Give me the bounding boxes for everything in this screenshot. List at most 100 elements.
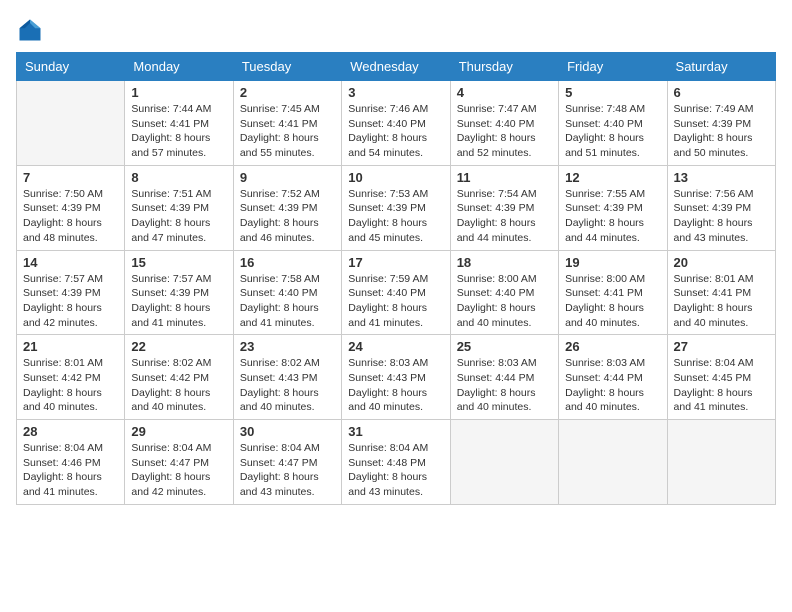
day-number: 24: [348, 339, 443, 354]
calendar-cell: 21 Sunrise: 8:01 AM Sunset: 4:42 PM Dayli…: [17, 335, 125, 420]
page-header: [16, 16, 776, 44]
calendar-cell: 17Sunrise: 7:59 AM Sunset: 4:40 PM Dayli…: [342, 250, 450, 335]
calendar-cell: 2Sunrise: 7:45 AM Sunset: 4:41 PM Daylig…: [233, 81, 341, 166]
day-number: 21: [23, 339, 118, 354]
day-number: 4: [457, 85, 552, 100]
calendar-cell: 12 Sunrise: 7:55 AM Sunset: 4:39 PM Dayli…: [559, 165, 667, 250]
day-number: 20: [674, 255, 769, 270]
day-info: Sunrise: 8:03 AM Sunset: 4:43 PM Dayligh…: [348, 356, 443, 415]
logo: [16, 16, 48, 44]
day-info: Sunrise: 8:04 AM Sunset: 4:47 PM Dayligh…: [131, 441, 226, 500]
calendar-cell: 27 Sunrise: 8:04 AM Sunset: 4:45 PM Dayli…: [667, 335, 775, 420]
calendar-header: SundayMondayTuesdayWednesdayThursdayFrid…: [17, 53, 776, 81]
calendar-body: 1 Sunrise: 7:44 AM Sunset: 4:41 PM Daylig…: [17, 81, 776, 505]
day-info: Sunrise: 7:46 AM Sunset: 4:40 PM Dayligh…: [348, 102, 443, 161]
calendar-week-row: 28 Sunrise: 8:04 AM Sunset: 4:46 PM Dayli…: [17, 420, 776, 505]
day-number: 26: [565, 339, 660, 354]
weekday-header: Thursday: [450, 53, 558, 81]
day-info: Sunrise: 8:02 AM Sunset: 4:43 PM Dayligh…: [240, 356, 335, 415]
day-number: 1: [131, 85, 226, 100]
calendar-cell: 16Sunrise: 7:58 AM Sunset: 4:40 PM Dayli…: [233, 250, 341, 335]
calendar-cell: [667, 420, 775, 505]
day-info: Sunrise: 7:58 AM Sunset: 4:40 PM Dayligh…: [240, 272, 335, 331]
calendar-cell: 20Sunrise: 8:01 AM Sunset: 4:41 PM Dayli…: [667, 250, 775, 335]
weekday-header: Wednesday: [342, 53, 450, 81]
calendar-cell: 1 Sunrise: 7:44 AM Sunset: 4:41 PM Daylig…: [125, 81, 233, 166]
day-number: 2: [240, 85, 335, 100]
day-number: 14: [23, 255, 118, 270]
day-info: Sunrise: 7:48 AM Sunset: 4:40 PM Dayligh…: [565, 102, 660, 161]
calendar-cell: 24 Sunrise: 8:03 AM Sunset: 4:43 PM Dayli…: [342, 335, 450, 420]
day-number: 3: [348, 85, 443, 100]
day-info: Sunrise: 8:00 AM Sunset: 4:41 PM Dayligh…: [565, 272, 660, 331]
header-row: SundayMondayTuesdayWednesdayThursdayFrid…: [17, 53, 776, 81]
day-number: 19: [565, 255, 660, 270]
day-info: Sunrise: 8:04 AM Sunset: 4:48 PM Dayligh…: [348, 441, 443, 500]
calendar-cell: 6 Sunrise: 7:49 AM Sunset: 4:39 PM Daylig…: [667, 81, 775, 166]
day-number: 7: [23, 170, 118, 185]
logo-icon: [16, 16, 44, 44]
day-info: Sunrise: 7:50 AM Sunset: 4:39 PM Dayligh…: [23, 187, 118, 246]
calendar-cell: 7 Sunrise: 7:50 AM Sunset: 4:39 PM Daylig…: [17, 165, 125, 250]
calendar-cell: 14 Sunrise: 7:57 AM Sunset: 4:39 PM Dayli…: [17, 250, 125, 335]
calendar-cell: 28 Sunrise: 8:04 AM Sunset: 4:46 PM Dayli…: [17, 420, 125, 505]
calendar-cell: [17, 81, 125, 166]
calendar-cell: 8Sunrise: 7:51 AM Sunset: 4:39 PM Daylig…: [125, 165, 233, 250]
day-info: Sunrise: 7:44 AM Sunset: 4:41 PM Dayligh…: [131, 102, 226, 161]
calendar-week-row: 21 Sunrise: 8:01 AM Sunset: 4:42 PM Dayli…: [17, 335, 776, 420]
calendar-cell: 3 Sunrise: 7:46 AM Sunset: 4:40 PM Daylig…: [342, 81, 450, 166]
day-info: Sunrise: 8:04 AM Sunset: 4:46 PM Dayligh…: [23, 441, 118, 500]
calendar-cell: 25 Sunrise: 8:03 AM Sunset: 4:44 PM Dayli…: [450, 335, 558, 420]
calendar-cell: 10 Sunrise: 7:53 AM Sunset: 4:39 PM Dayli…: [342, 165, 450, 250]
day-info: Sunrise: 7:57 AM Sunset: 4:39 PM Dayligh…: [131, 272, 226, 331]
calendar-cell: 13 Sunrise: 7:56 AM Sunset: 4:39 PM Dayli…: [667, 165, 775, 250]
day-number: 18: [457, 255, 552, 270]
day-number: 25: [457, 339, 552, 354]
day-info: Sunrise: 7:49 AM Sunset: 4:39 PM Dayligh…: [674, 102, 769, 161]
weekday-header: Friday: [559, 53, 667, 81]
weekday-header: Sunday: [17, 53, 125, 81]
day-info: Sunrise: 7:53 AM Sunset: 4:39 PM Dayligh…: [348, 187, 443, 246]
day-number: 31: [348, 424, 443, 439]
calendar-week-row: 7 Sunrise: 7:50 AM Sunset: 4:39 PM Daylig…: [17, 165, 776, 250]
calendar-cell: 31 Sunrise: 8:04 AM Sunset: 4:48 PM Dayli…: [342, 420, 450, 505]
calendar-cell: 19 Sunrise: 8:00 AM Sunset: 4:41 PM Dayli…: [559, 250, 667, 335]
day-number: 5: [565, 85, 660, 100]
day-info: Sunrise: 7:55 AM Sunset: 4:39 PM Dayligh…: [565, 187, 660, 246]
calendar-cell: 11Sunrise: 7:54 AM Sunset: 4:39 PM Dayli…: [450, 165, 558, 250]
day-number: 13: [674, 170, 769, 185]
weekday-header: Monday: [125, 53, 233, 81]
calendar-cell: 5 Sunrise: 7:48 AM Sunset: 4:40 PM Daylig…: [559, 81, 667, 166]
day-info: Sunrise: 8:02 AM Sunset: 4:42 PM Dayligh…: [131, 356, 226, 415]
day-info: Sunrise: 8:03 AM Sunset: 4:44 PM Dayligh…: [565, 356, 660, 415]
day-number: 29: [131, 424, 226, 439]
day-number: 22: [131, 339, 226, 354]
day-info: Sunrise: 8:04 AM Sunset: 4:45 PM Dayligh…: [674, 356, 769, 415]
day-info: Sunrise: 7:57 AM Sunset: 4:39 PM Dayligh…: [23, 272, 118, 331]
day-number: 12: [565, 170, 660, 185]
day-number: 15: [131, 255, 226, 270]
calendar-cell: 26 Sunrise: 8:03 AM Sunset: 4:44 PM Dayli…: [559, 335, 667, 420]
calendar-cell: 22 Sunrise: 8:02 AM Sunset: 4:42 PM Dayli…: [125, 335, 233, 420]
day-info: Sunrise: 8:03 AM Sunset: 4:44 PM Dayligh…: [457, 356, 552, 415]
day-number: 28: [23, 424, 118, 439]
day-number: 30: [240, 424, 335, 439]
day-info: Sunrise: 7:47 AM Sunset: 4:40 PM Dayligh…: [457, 102, 552, 161]
day-number: 11: [457, 170, 552, 185]
day-info: Sunrise: 8:00 AM Sunset: 4:40 PM Dayligh…: [457, 272, 552, 331]
day-number: 8: [131, 170, 226, 185]
calendar-table: SundayMondayTuesdayWednesdayThursdayFrid…: [16, 52, 776, 505]
calendar-cell: 9Sunrise: 7:52 AM Sunset: 4:39 PM Daylig…: [233, 165, 341, 250]
calendar-week-row: 14 Sunrise: 7:57 AM Sunset: 4:39 PM Dayli…: [17, 250, 776, 335]
day-info: Sunrise: 7:56 AM Sunset: 4:39 PM Dayligh…: [674, 187, 769, 246]
day-number: 9: [240, 170, 335, 185]
day-info: Sunrise: 8:01 AM Sunset: 4:42 PM Dayligh…: [23, 356, 118, 415]
day-number: 6: [674, 85, 769, 100]
weekday-header: Saturday: [667, 53, 775, 81]
calendar-cell: 30 Sunrise: 8:04 AM Sunset: 4:47 PM Dayli…: [233, 420, 341, 505]
calendar-cell: [559, 420, 667, 505]
day-number: 27: [674, 339, 769, 354]
calendar-cell: 18 Sunrise: 8:00 AM Sunset: 4:40 PM Dayli…: [450, 250, 558, 335]
day-info: Sunrise: 8:04 AM Sunset: 4:47 PM Dayligh…: [240, 441, 335, 500]
day-number: 10: [348, 170, 443, 185]
